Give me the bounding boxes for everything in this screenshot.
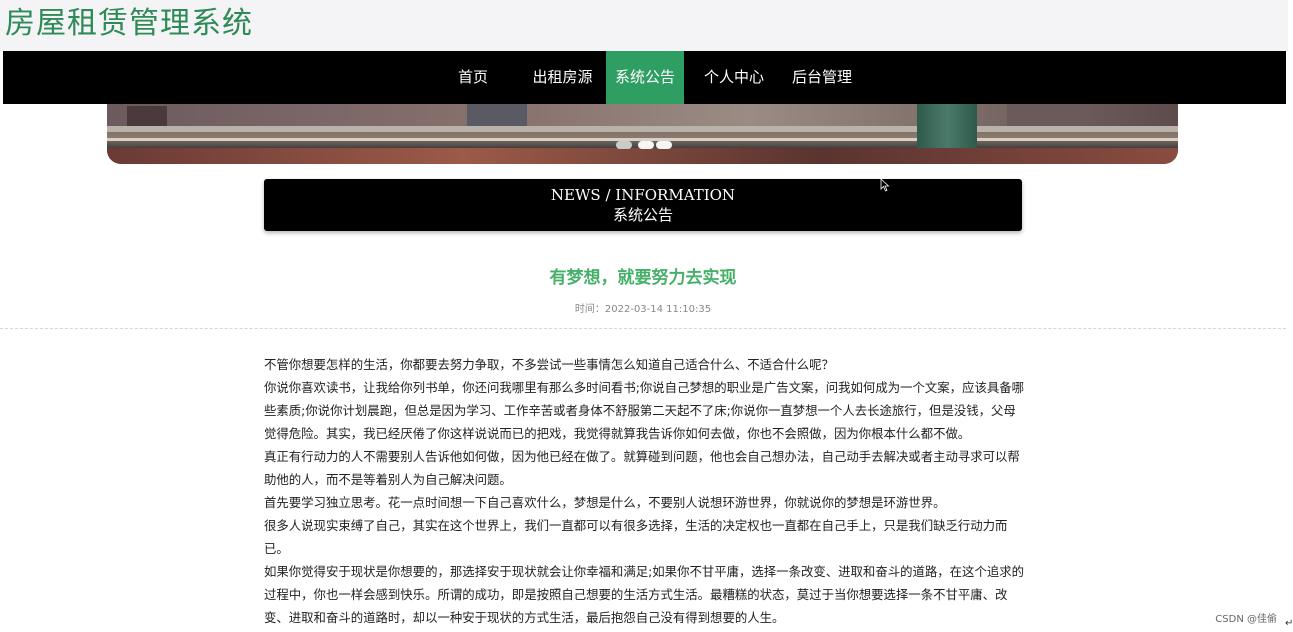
article-paragraph: 不管你想要怎样的生活，你都要去努力争取，不多尝试一些事情怎么知道自己适合什么、不… (264, 357, 834, 372)
carousel-dot-2[interactable] (638, 141, 654, 149)
site-title[interactable]: 房屋租赁管理系统 (5, 6, 253, 42)
article-body: 不管你想要怎样的生活，你都要去努力争取，不多尝试一些事情怎么知道自己适合什么、不… (264, 353, 1026, 629)
article-time: 时间：2022-03-14 11:10:35 (574, 304, 712, 315)
article-paragraph: 很多人说现实束缚了自己，其实在这个世界上，我们一直都可以有很多选择，生活的决定权… (264, 518, 1008, 556)
banner-image-building (467, 104, 527, 126)
nav-item-announcements[interactable]: 系统公告 (606, 51, 684, 104)
carousel-dot-3[interactable] (656, 141, 672, 149)
banner-image-foreground (107, 148, 1178, 164)
nav-item-profile[interactable]: 个人中心 (695, 51, 773, 104)
mouse-cursor-icon (880, 178, 890, 192)
banner-image-building (1007, 104, 1087, 126)
nav-item-home[interactable]: 首页 (443, 51, 503, 104)
watermark: CSDN @佳偷 (1215, 614, 1277, 625)
article-paragraph: 如果你觉得安于现状是你想要的，那选择安于现状就会让你幸福和满足;如果你不甘平庸，… (264, 564, 1025, 625)
return-icon: ↵ (1285, 618, 1293, 629)
banner-carousel[interactable] (107, 104, 1178, 164)
section-title-en: NEWS / INFORMATION (550, 186, 736, 204)
divider (0, 328, 1286, 329)
article-paragraph: 你说你喜欢读书，让我给你列书单，你还问我哪里有那么多时间看书;你说自己梦想的职业… (264, 380, 1025, 441)
article-paragraph: 首先要学习独立思考。花一点时间想一下自己喜欢什么，梦想是什么，不要别人说想环游世… (264, 495, 946, 510)
section-title-zh: 系统公告 (612, 206, 673, 224)
carousel-dot-1[interactable] (616, 141, 632, 149)
nav-item-admin[interactable]: 后台管理 (783, 51, 861, 104)
nav-item-rentals[interactable]: 出租房源 (520, 51, 605, 104)
main-nav: 首页 出租房源 系统公告 个人中心 后台管理 (3, 51, 1286, 104)
section-header: NEWS / INFORMATION 系统公告 (264, 179, 1022, 231)
page: 房屋租赁管理系统 首页 出租房源 系统公告 个人中心 后台管理 NEWS / I… (0, 0, 1293, 632)
site-header: 房屋租赁管理系统 (0, 0, 1288, 51)
article-paragraph: 真正有行动力的人不需要别人告诉他如何做，因为他已经在做了。就算碰到问题，他也会自… (264, 449, 1020, 487)
banner-image-building (127, 106, 167, 126)
banner-image-road (107, 126, 1178, 132)
article-title: 有梦想，就要努力去实现 (549, 268, 737, 288)
